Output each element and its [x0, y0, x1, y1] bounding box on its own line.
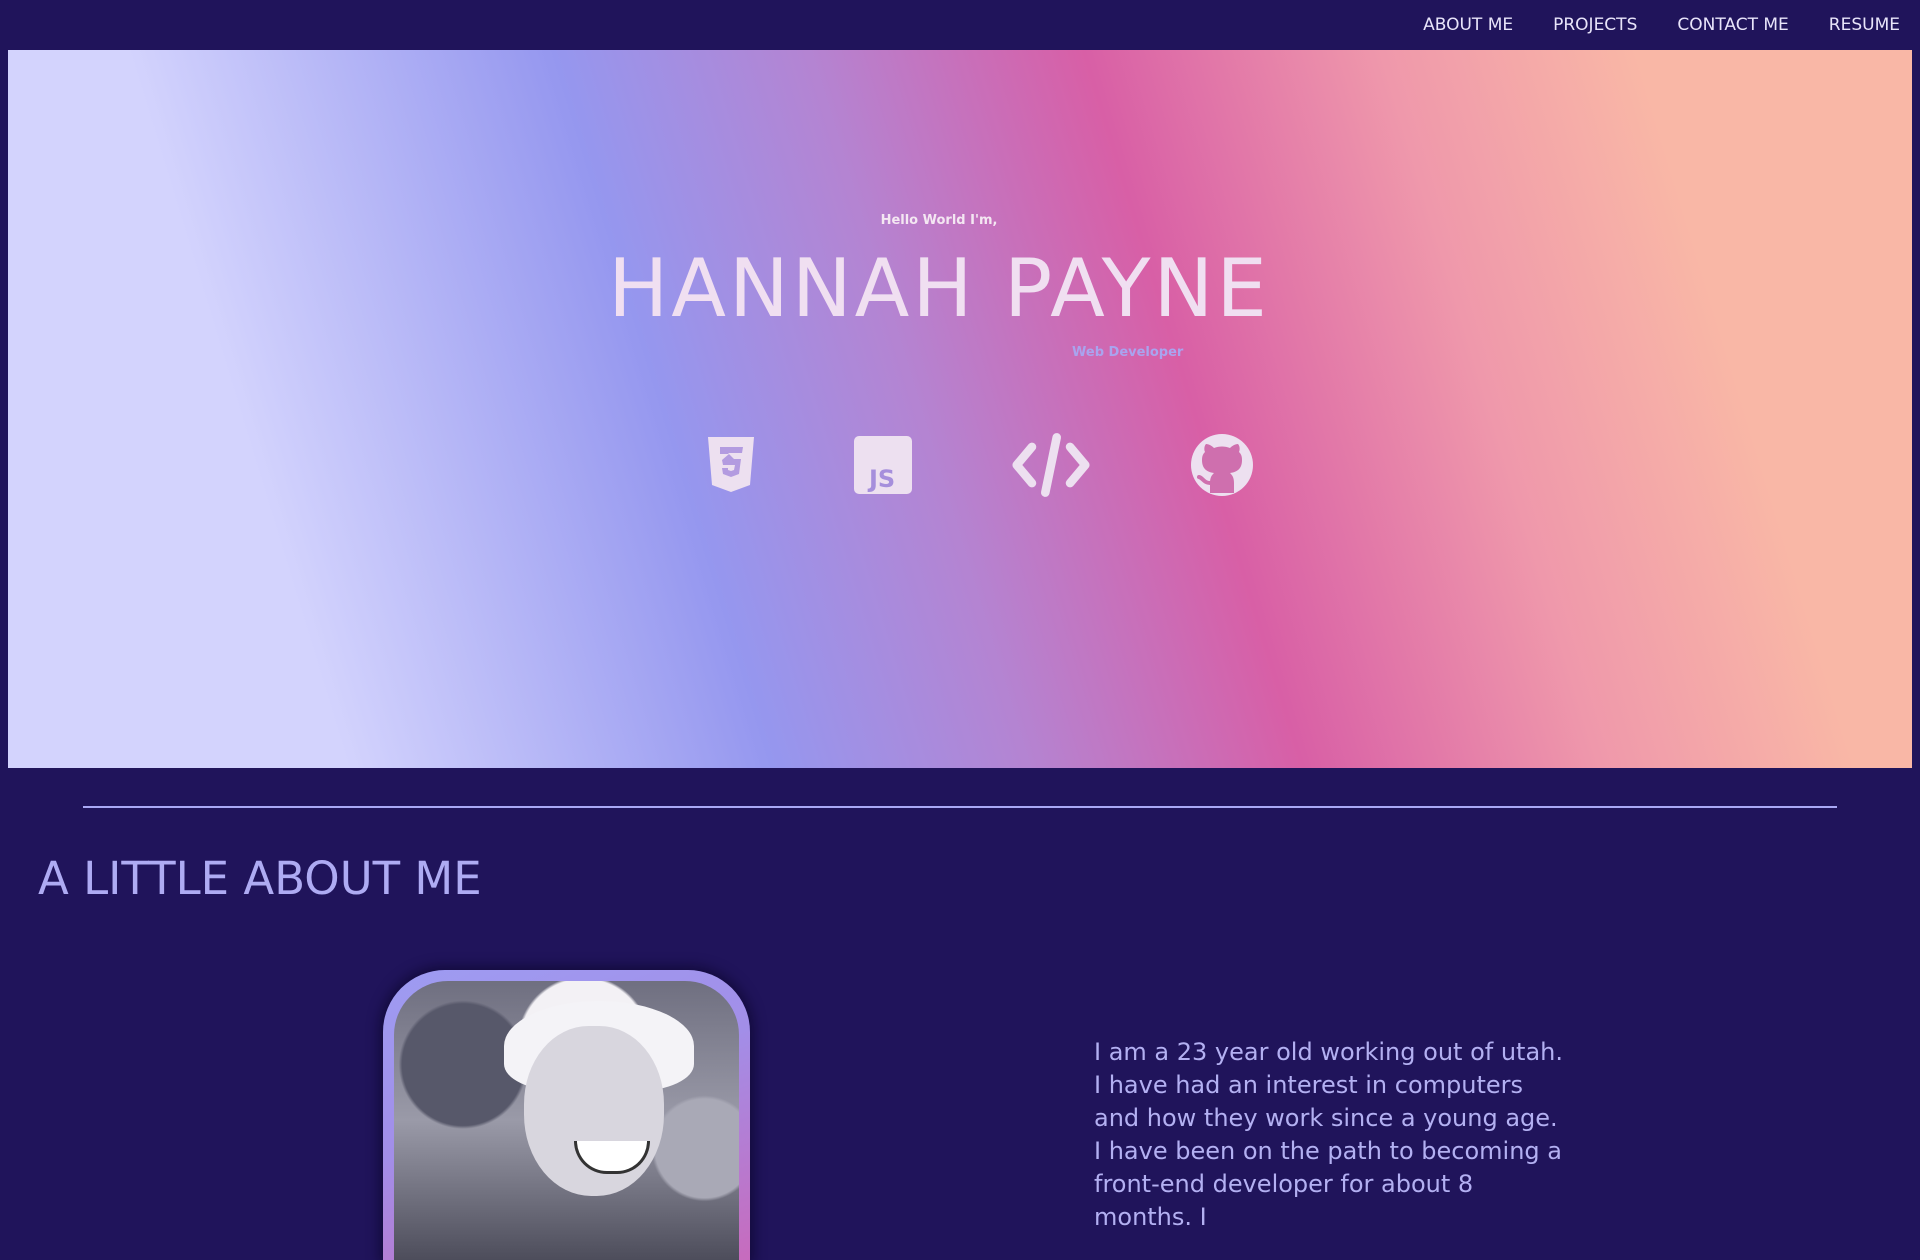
section-divider [83, 806, 1837, 808]
hero-name-wrap: HANNAH PAYNE [8, 242, 1912, 335]
hero-name: HANNAH PAYNE [608, 242, 1270, 335]
nav-about-me[interactable]: ABOUT ME [1423, 15, 1513, 35]
hero-greeting-wrap: Hello World I'm, [8, 213, 1912, 228]
about-section-title: A LITTLE ABOUT ME [38, 852, 482, 905]
hero-role: Web Developer [1072, 345, 1184, 360]
profile-photo-frame [383, 970, 750, 1260]
css3-icon[interactable] [691, 425, 771, 505]
github-icon[interactable] [1182, 425, 1262, 505]
nav-resume[interactable]: RESUME [1829, 15, 1900, 35]
code-icon[interactable] [1011, 425, 1091, 505]
profile-photo [394, 981, 739, 1260]
svg-text:JS: JS [867, 465, 895, 493]
hero-greeting: Hello World I'm, [880, 213, 998, 228]
about-description: I am a 23 year old working out of utah. … [1094, 1038, 1563, 1231]
nav-contact-me[interactable]: CONTACT ME [1677, 15, 1788, 35]
nav-projects[interactable]: PROJECTS [1553, 15, 1637, 35]
top-navigation: ABOUT ME PROJECTS CONTACT ME RESUME [0, 0, 1920, 50]
javascript-icon[interactable]: JS [843, 425, 923, 505]
hero-banner: Hello World I'm, HANNAH PAYNE Web Develo… [8, 50, 1912, 768]
